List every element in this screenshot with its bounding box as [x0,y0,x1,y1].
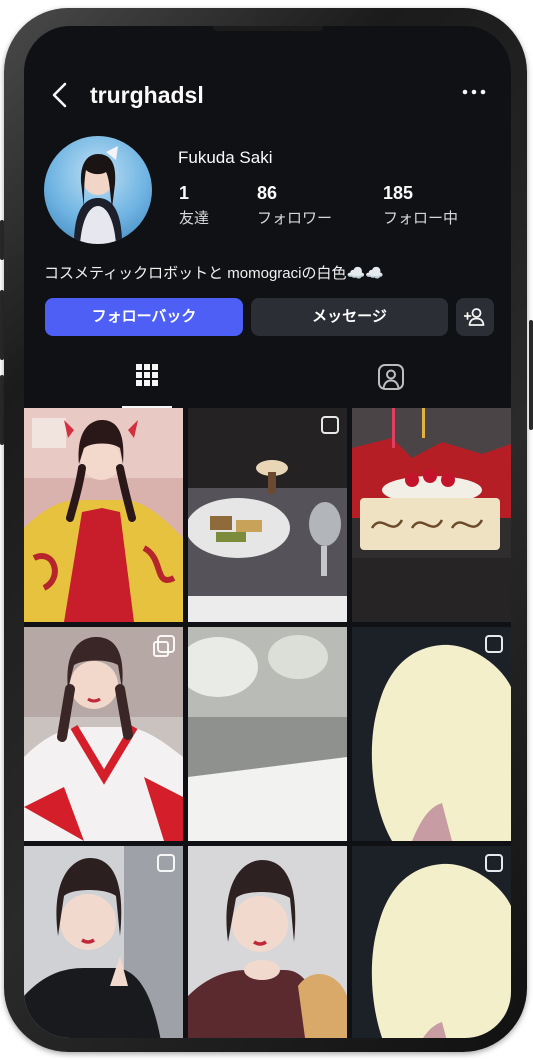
suggested-users-button[interactable] [456,298,494,336]
message-button[interactable]: メッセージ [251,298,448,336]
single-post-badge [485,635,503,653]
post-image [352,408,511,622]
stat-friends[interactable]: 1 友達 [179,183,209,228]
stat-friends-label: 友達 [179,210,210,227]
single-post-badge [157,854,175,872]
back-button[interactable] [48,80,72,110]
more-horizontal-icon [462,89,486,95]
profile-username: trurghadsl [90,82,204,108]
stat-following-count: 185 [383,183,414,203]
post-thumbnail[interactable] [24,846,183,1038]
post-thumbnail[interactable] [188,846,347,1038]
profile-display-name: Fukuda Saki [178,148,273,167]
stat-followers[interactable]: 86 フォロワー [257,183,332,228]
profile-tabs [24,348,511,408]
tab-tagged[interactable] [366,348,416,406]
multi-post-badge [153,635,175,657]
stat-following[interactable]: 185 フォロー中 [383,183,458,228]
post-image [24,627,183,841]
stat-followers-label: フォロワー [257,210,333,227]
post-image [188,846,347,1038]
profile-avatar[interactable] [44,136,152,244]
tab-posts-grid[interactable] [122,348,172,408]
follow-back-button[interactable]: フォローバック [45,298,243,336]
profile-header: trurghadsl [24,74,511,114]
post-image [188,627,347,841]
single-post-badge [485,854,503,872]
post-thumbnail[interactable] [352,408,511,622]
grid-icon [136,364,158,386]
phone-frame: trurghadsl Fukuda Saki 1 友達 86 フォロワー 185… [4,8,527,1052]
post-image [24,408,183,622]
tagged-user-icon [378,364,404,390]
single-post-badge [321,416,339,434]
post-thumbnail[interactable] [24,408,183,622]
post-thumbnail[interactable] [188,408,347,622]
post-thumbnail[interactable] [352,627,511,841]
avatar-photo [74,146,122,244]
chevron-left-icon [52,82,67,108]
post-image [352,846,511,1038]
post-image [188,408,347,622]
stat-followers-count: 86 [257,183,278,203]
add-user-icon [464,308,485,326]
post-thumbnail[interactable] [188,627,347,841]
stat-following-label: フォロー中 [383,210,459,227]
profile-bio: コスメティックロボットと momograciの白色☁️☁️ [44,265,384,282]
post-image [352,627,511,841]
post-image [24,846,183,1038]
dynamic-island [212,26,323,31]
phone-power-button [529,320,533,430]
post-thumbnail[interactable] [24,627,183,841]
stat-friends-count: 1 [179,183,190,203]
post-thumbnail[interactable] [352,846,511,1038]
more-options-button[interactable] [461,80,487,104]
app-screen: trurghadsl Fukuda Saki 1 友達 86 フォロワー 185… [24,26,511,1038]
